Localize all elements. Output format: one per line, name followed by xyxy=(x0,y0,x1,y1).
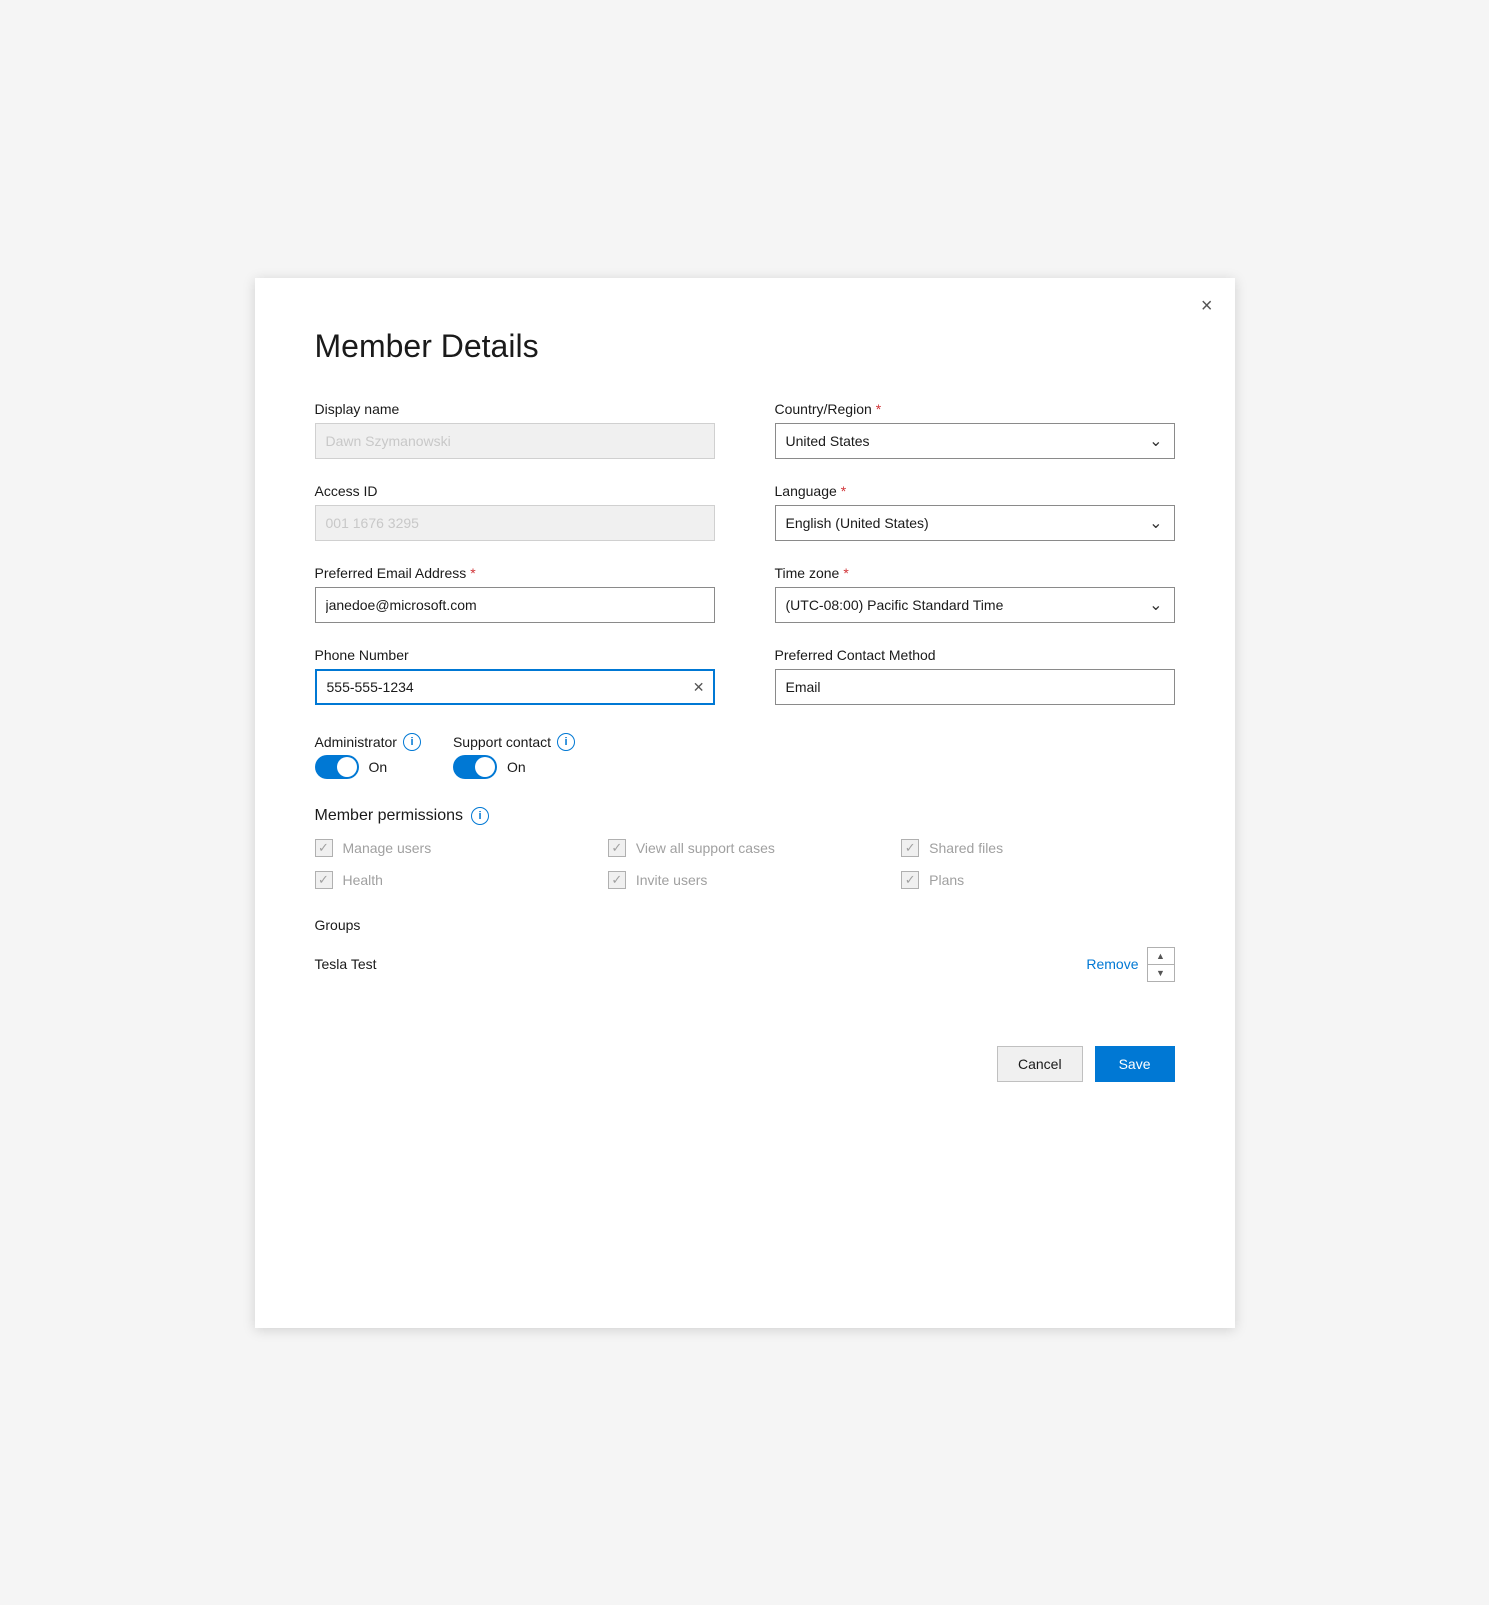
admin-toggle-on-row: On xyxy=(315,755,421,779)
phone-clear-button[interactable]: ✕ xyxy=(693,680,705,694)
group-actions: Remove ▲ ▼ xyxy=(1086,947,1174,982)
email-required: * xyxy=(470,565,475,581)
groups-title: Groups xyxy=(315,917,1175,933)
cancel-button[interactable]: Cancel xyxy=(997,1046,1083,1082)
contact-method-label: Preferred Contact Method xyxy=(775,647,1175,663)
language-required: * xyxy=(841,483,846,499)
checkbox-check-icon: ✓ xyxy=(905,873,916,886)
checkbox-check-icon: ✓ xyxy=(905,841,916,854)
support-label: Support contact i xyxy=(453,733,575,751)
toggle-row: Administrator i On Support contact i On xyxy=(315,733,1175,779)
checkbox-check-icon: ✓ xyxy=(318,873,329,886)
group-row: Tesla Test Remove ▲ ▼ xyxy=(315,943,1175,986)
checkbox-check-icon: ✓ xyxy=(611,841,622,854)
phone-group: Phone Number ✕ xyxy=(315,647,715,705)
country-label: Country/Region * xyxy=(775,401,1175,417)
display-name-label: Display name xyxy=(315,401,715,417)
phone-input-wrapper: ✕ xyxy=(315,669,715,705)
permission-checkbox[interactable]: ✓ xyxy=(608,839,626,857)
access-id-label: Access ID xyxy=(315,483,715,499)
admin-toggle-state: On xyxy=(369,759,388,775)
admin-info-icon[interactable]: i xyxy=(403,733,421,751)
member-details-dialog: × Member Details Display name Country/Re… xyxy=(255,278,1235,1328)
close-button[interactable]: × xyxy=(1201,296,1213,316)
admin-toggle-switch[interactable] xyxy=(315,755,359,779)
timezone-required: * xyxy=(843,565,848,581)
phone-input[interactable] xyxy=(315,669,715,705)
country-select[interactable]: United States xyxy=(775,423,1175,459)
access-id-input[interactable] xyxy=(315,505,715,541)
permission-label: Shared files xyxy=(929,840,1003,856)
checkbox-check-icon: ✓ xyxy=(611,873,622,886)
up-down-buttons: ▲ ▼ xyxy=(1147,947,1175,982)
permissions-section: Member permissions i ✓ Manage users ✓ Vi… xyxy=(315,807,1175,889)
email-label: Preferred Email Address * xyxy=(315,565,715,581)
remove-group-button[interactable]: Remove xyxy=(1086,956,1138,972)
country-group: Country/Region * United States ⌄ xyxy=(775,401,1175,459)
page-title: Member Details xyxy=(315,328,1175,365)
permission-label: View all support cases xyxy=(636,840,775,856)
timezone-select-wrapper: (UTC-08:00) Pacific Standard Time ⌄ xyxy=(775,587,1175,623)
permission-item: ✓ View all support cases xyxy=(608,839,881,857)
toggles-section: Administrator i On Support contact i On xyxy=(315,733,1175,779)
country-select-wrapper: United States ⌄ xyxy=(775,423,1175,459)
language-select[interactable]: English (United States) xyxy=(775,505,1175,541)
permission-checkbox[interactable]: ✓ xyxy=(901,839,919,857)
permissions-title: Member permissions i xyxy=(315,807,1175,825)
support-toggle-state: On xyxy=(507,759,526,775)
display-name-input[interactable] xyxy=(315,423,715,459)
permission-item: ✓ Health xyxy=(315,871,588,889)
access-id-group: Access ID xyxy=(315,483,715,541)
country-required: * xyxy=(876,401,881,417)
support-toggle-on-row: On xyxy=(453,755,575,779)
permission-item: ✓ Shared files xyxy=(901,839,1174,857)
group-name: Tesla Test xyxy=(315,956,377,972)
support-toggle-switch[interactable] xyxy=(453,755,497,779)
permission-label: Manage users xyxy=(343,840,432,856)
permission-label: Invite users xyxy=(636,872,708,888)
language-label: Language * xyxy=(775,483,1175,499)
display-name-group: Display name xyxy=(315,401,715,459)
dialog-footer: Cancel Save xyxy=(315,1026,1175,1082)
admin-toggle-group: Administrator i On xyxy=(315,733,421,779)
save-button[interactable]: Save xyxy=(1095,1046,1175,1082)
permissions-grid: ✓ Manage users ✓ View all support cases … xyxy=(315,839,1175,889)
permission-checkbox[interactable]: ✓ xyxy=(315,871,333,889)
form-grid: Display name Country/Region * United Sta… xyxy=(315,401,1175,705)
support-toggle-group: Support contact i On xyxy=(453,733,575,779)
groups-section: Groups Tesla Test Remove ▲ ▼ xyxy=(315,917,1175,986)
checkbox-check-icon: ✓ xyxy=(318,841,329,854)
contact-method-group: Preferred Contact Method xyxy=(775,647,1175,705)
email-group: Preferred Email Address * xyxy=(315,565,715,623)
language-group: Language * English (United States) ⌄ xyxy=(775,483,1175,541)
permission-item: ✓ Plans xyxy=(901,871,1174,889)
admin-label: Administrator i xyxy=(315,733,421,751)
timezone-select[interactable]: (UTC-08:00) Pacific Standard Time xyxy=(775,587,1175,623)
permission-label: Health xyxy=(343,872,383,888)
language-select-wrapper: English (United States) ⌄ xyxy=(775,505,1175,541)
permissions-info-icon[interactable]: i xyxy=(471,807,489,825)
email-input[interactable] xyxy=(315,587,715,623)
move-up-button[interactable]: ▲ xyxy=(1148,948,1174,964)
permission-item: ✓ Invite users xyxy=(608,871,881,889)
contact-method-input[interactable] xyxy=(775,669,1175,705)
support-info-icon[interactable]: i xyxy=(557,733,575,751)
groups-list: Tesla Test Remove ▲ ▼ xyxy=(315,943,1175,986)
move-down-button[interactable]: ▼ xyxy=(1148,965,1174,981)
permission-checkbox[interactable]: ✓ xyxy=(315,839,333,857)
permission-checkbox[interactable]: ✓ xyxy=(608,871,626,889)
permission-checkbox[interactable]: ✓ xyxy=(901,871,919,889)
timezone-group: Time zone * (UTC-08:00) Pacific Standard… xyxy=(775,565,1175,623)
phone-label: Phone Number xyxy=(315,647,715,663)
permission-item: ✓ Manage users xyxy=(315,839,588,857)
permission-label: Plans xyxy=(929,872,964,888)
timezone-label: Time zone * xyxy=(775,565,1175,581)
